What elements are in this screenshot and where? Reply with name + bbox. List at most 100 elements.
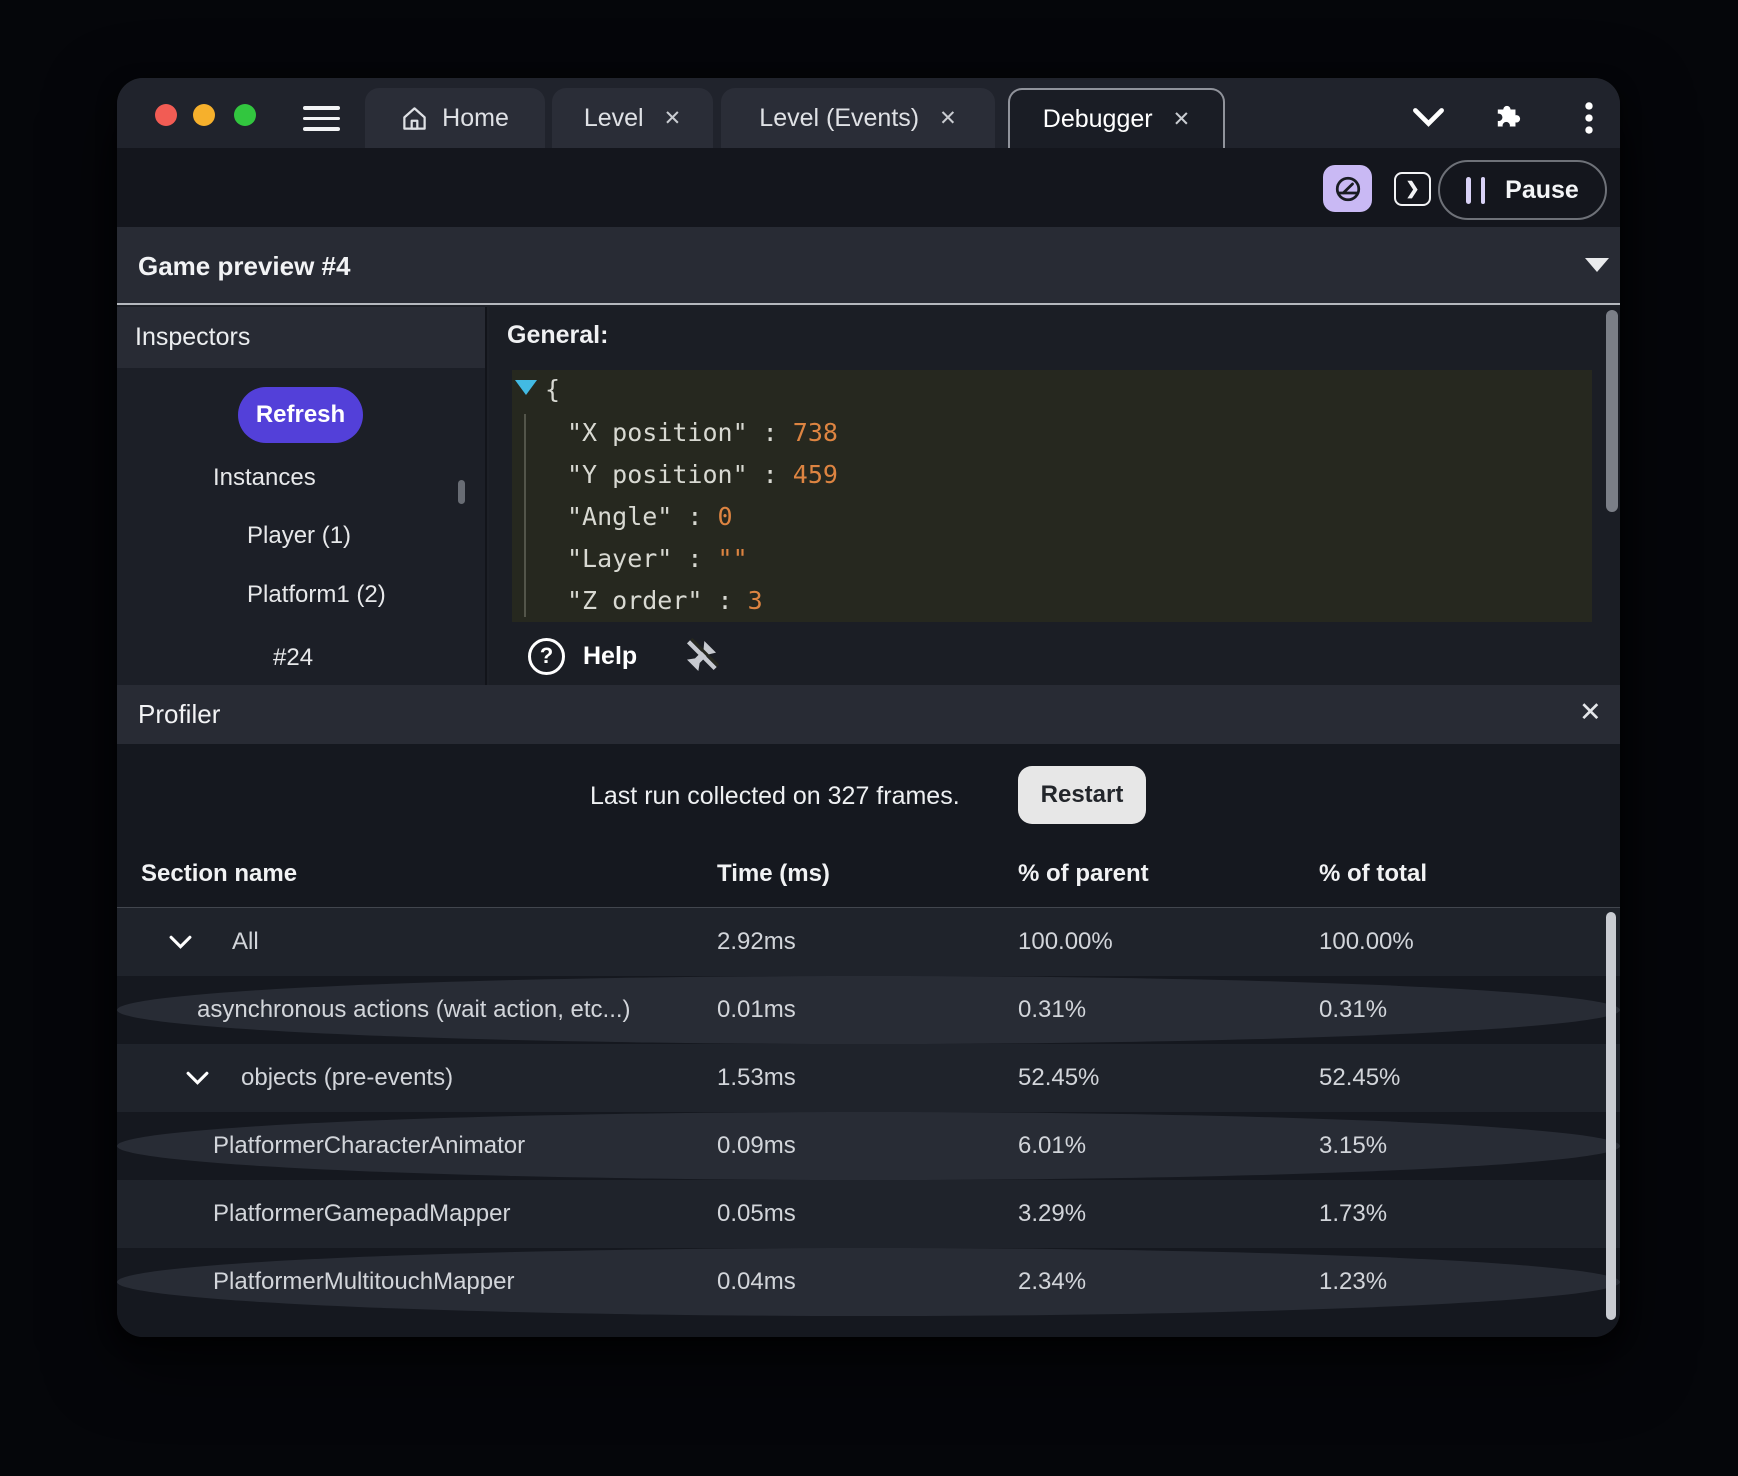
extensions-puzzle-icon[interactable] <box>1491 98 1525 132</box>
tab-label: Home <box>442 103 509 132</box>
json-line: "Z order" : 3 <box>567 586 763 615</box>
game-preview-title: Game preview #4 <box>138 251 351 281</box>
tree-item-platform1[interactable]: Platform1 (2) <box>247 581 386 609</box>
table-row[interactable]: PlatformerGamepadMapper 0.05ms 3.29% 1.7… <box>117 1180 1620 1248</box>
section-parent: 52.45% <box>1018 1064 1100 1091</box>
tree-item-instances[interactable]: Instances <box>213 464 316 492</box>
table-row[interactable]: asynchronous actions (wait action, etc..… <box>117 976 1620 1044</box>
tab-close-icon[interactable]: ✕ <box>939 106 957 131</box>
tab-home[interactable]: Home <box>365 88 545 148</box>
tab-label: Level (Events) <box>759 103 920 132</box>
section-name: objects (pre-events) <box>241 1064 454 1091</box>
profiler-title: Profiler <box>138 699 221 729</box>
section-time: 0.05ms <box>717 1200 796 1227</box>
tab-label: Debugger <box>1042 104 1153 133</box>
collapse-caret-icon[interactable] <box>1585 258 1609 272</box>
inspectors-scrollbar[interactable] <box>458 480 465 504</box>
minimize-window-button[interactable] <box>193 104 215 126</box>
inspectors-title: Inspectors <box>135 323 251 351</box>
unpin-icon[interactable] <box>681 635 721 677</box>
section-parent: 0.31% <box>1018 996 1087 1023</box>
tree-item-player[interactable]: Player (1) <box>247 522 351 550</box>
profiler-close-icon[interactable]: ✕ <box>1579 697 1602 728</box>
chevron-down-icon[interactable] <box>185 1071 210 1086</box>
tab-close-icon[interactable]: ✕ <box>664 106 682 131</box>
general-title: General: <box>507 321 609 349</box>
debugger-toolbar: ❯ Pause <box>117 148 1620 227</box>
profiler-scrollbar[interactable] <box>1606 912 1616 1320</box>
section-total: 0.31% <box>1319 996 1388 1023</box>
section-parent: 100.00% <box>1018 928 1113 955</box>
refresh-button[interactable]: Refresh <box>238 387 363 443</box>
section-total: 3.15% <box>1319 1132 1388 1159</box>
section-time: 0.09ms <box>717 1132 796 1159</box>
section-parent: 2.34% <box>1018 1268 1087 1295</box>
tab-close-icon[interactable]: ✕ <box>1173 107 1191 132</box>
section-time: 0.04ms <box>717 1268 796 1295</box>
section-total: 1.23% <box>1319 1268 1388 1295</box>
table-row[interactable]: objects (pre-events) 1.53ms 52.45% 52.45… <box>117 1044 1620 1112</box>
tab-level[interactable]: Level ✕ <box>552 88 713 148</box>
chevron-right-icon: ❯ <box>1405 179 1420 198</box>
section-name: All <box>232 928 259 955</box>
json-line: "X position" : 738 <box>567 418 838 447</box>
column-percent-total: % of total <box>1319 860 1427 887</box>
table-row[interactable]: PlatformerMultitouchMapper 0.04ms 2.34% … <box>117 1248 1620 1316</box>
section-time: 1.53ms <box>717 1064 796 1091</box>
chevron-down-icon[interactable] <box>1411 106 1446 128</box>
profiler-section: Profiler ✕ Last run collected on 327 fra… <box>117 685 1620 1337</box>
app-window: Home Level ✕ Level (Events) ✕ Debugger ✕ <box>117 78 1620 1337</box>
column-section-name: Section name <box>141 860 298 887</box>
menu-icon[interactable] <box>303 106 340 131</box>
properties-json-view: { "X position" : 738 "Y position" : 459 … <box>512 370 1592 622</box>
profiler-header: Profiler ✕ <box>117 685 1620 744</box>
profiler-toggle-button[interactable] <box>1323 165 1372 212</box>
gauge-icon <box>1335 176 1360 201</box>
tab-debugger[interactable]: Debugger ✕ <box>1008 88 1225 148</box>
game-preview-header[interactable]: Game preview #4 <box>117 227 1620 305</box>
column-time: Time (ms) <box>717 860 830 887</box>
section-name: asynchronous actions (wait action, etc..… <box>197 996 631 1023</box>
general-scrollbar[interactable] <box>1606 310 1618 512</box>
json-line: "Y position" : 459 <box>567 460 838 489</box>
profiler-status-text: Last run collected on 327 frames. <box>590 782 960 810</box>
section-parent: 6.01% <box>1018 1132 1087 1159</box>
indent-guide <box>524 414 526 617</box>
section-name: PlatformerMultitouchMapper <box>213 1268 515 1295</box>
json-line: "Layer" : "" <box>567 544 748 573</box>
tab-label: Level <box>583 103 644 132</box>
pause-button[interactable]: Pause <box>1438 160 1607 220</box>
more-options-icon[interactable] <box>1583 101 1595 135</box>
home-icon <box>403 106 426 130</box>
section-name: PlatformerGamepadMapper <box>213 1200 511 1227</box>
section-total: 100.00% <box>1319 928 1414 955</box>
pause-icon <box>1466 176 1486 204</box>
section-total: 1.73% <box>1319 1200 1388 1227</box>
inspector-area: Inspectors Refresh Instances Player (1) … <box>117 307 1620 685</box>
help-icon[interactable]: ? <box>528 637 565 675</box>
console-button[interactable]: ❯ <box>1394 172 1431 206</box>
section-time: 2.92ms <box>717 928 796 955</box>
help-link[interactable]: Help <box>583 642 637 671</box>
title-bar: Home Level ✕ Level (Events) ✕ Debugger ✕ <box>117 78 1620 148</box>
close-window-button[interactable] <box>155 104 177 126</box>
general-panel: General: { "X position" : 738 "Y positio… <box>489 307 1620 685</box>
section-name: PlatformerCharacterAnimator <box>213 1132 526 1159</box>
chevron-down-icon[interactable] <box>168 935 193 950</box>
help-row: ? Help <box>528 635 721 677</box>
tree-item-instance-24[interactable]: #24 <box>273 644 313 672</box>
section-total: 52.45% <box>1319 1064 1401 1091</box>
section-time: 0.01ms <box>717 996 796 1023</box>
section-parent: 3.29% <box>1018 1200 1087 1227</box>
table-row[interactable]: All 2.92ms 100.00% 100.00% <box>117 908 1620 976</box>
column-percent-parent: % of parent <box>1018 860 1149 887</box>
table-row[interactable]: PlatformerCharacterAnimator 0.09ms 6.01%… <box>117 1112 1620 1180</box>
restart-button[interactable]: Restart <box>1018 766 1146 824</box>
tab-level-events[interactable]: Level (Events) ✕ <box>721 88 995 148</box>
inspectors-panel: Inspectors Refresh Instances Player (1) … <box>117 307 487 685</box>
json-line: "Angle" : 0 <box>567 502 733 531</box>
collapse-triangle-icon[interactable] <box>515 380 537 395</box>
zoom-window-button[interactable] <box>234 104 256 126</box>
pause-label: Pause <box>1505 175 1579 204</box>
inspectors-header: Inspectors <box>117 307 485 368</box>
